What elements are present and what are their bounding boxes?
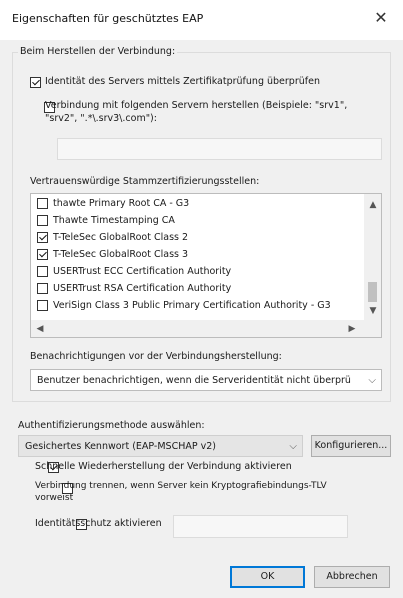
list-item[interactable]: T-TeleSec GlobalRoot Class 3: [37, 246, 188, 262]
list-item[interactable]: T-TeleSec GlobalRoot Class 2: [37, 229, 188, 245]
ca-name: USERTrust ECC Certification Authority: [53, 265, 232, 277]
disconnect-tlv-label: Verbindung trennen, wenn Server kein Kry…: [35, 481, 327, 491]
list-item[interactable]: USERTrust ECC Certification Authority: [37, 263, 231, 279]
cancel-button[interactable]: Abbrechen: [314, 566, 390, 588]
connect-group-label: Beim Herstellen der Verbindung:: [18, 46, 178, 57]
auth-method-label: Authentifizierungsmethode auswählen:: [18, 420, 205, 431]
verify-identity-label: Identität des Servers mittels Zertifikat…: [45, 76, 320, 87]
list-item[interactable]: thawte Primary Root CA - G3: [37, 195, 189, 211]
disconnect-tlv-label-line2: vorweist: [35, 493, 74, 503]
ok-button[interactable]: OK: [230, 566, 305, 588]
auth-method-value: Gesichertes Kennwort (EAP-MSCHAP v2): [25, 441, 216, 452]
notify-select-value: Benutzer benachrichtigen, wenn die Serve…: [37, 375, 351, 386]
connect-servers-label: Verbindung mit folgenden Servern herstel…: [45, 100, 348, 111]
scroll-left-icon[interactable]: ◀: [33, 322, 47, 336]
scroll-down-icon[interactable]: ▼: [366, 304, 380, 318]
list-item[interactable]: VeriSign Class 3 Public Primary Certific…: [37, 297, 331, 313]
trusted-ca-list[interactable]: thawte Primary Root CA - G3 Thawte Times…: [30, 193, 382, 338]
ca-name: T-TeleSec GlobalRoot Class 2: [53, 231, 189, 243]
ca-name: thawte Primary Root CA - G3: [53, 197, 190, 209]
ca-name: USERTrust RSA Certification Authority: [53, 282, 232, 294]
trusted-ca-label: Vertrauenswürdige Stammzertifizierungsst…: [30, 176, 260, 187]
auth-method-select[interactable]: Gesichertes Kennwort (EAP-MSCHAP v2) ⌵: [18, 435, 303, 457]
ca-name: VeriSign Class 3 Public Primary Certific…: [53, 299, 331, 311]
window-title: Eigenschaften für geschütztes EAP: [12, 12, 204, 25]
servers-input[interactable]: [57, 138, 382, 160]
vertical-scrollbar[interactable]: ▲ ▼: [364, 194, 381, 320]
notify-label: Benachrichtigungen vor der Verbindungshe…: [30, 351, 282, 362]
scroll-up-icon[interactable]: ▲: [366, 198, 380, 212]
ca-checkbox[interactable]: [37, 248, 48, 260]
list-item[interactable]: USERTrust RSA Certification Authority: [37, 280, 231, 296]
close-icon[interactable]: ✕: [371, 8, 391, 28]
fast-reconnect-label: Schnelle Wiederherstellung der Verbindun…: [35, 461, 292, 472]
scroll-right-icon[interactable]: ▶: [345, 322, 359, 336]
ca-checkbox[interactable]: [37, 299, 48, 311]
ca-checkbox[interactable]: [37, 197, 48, 209]
chevron-down-icon: ⌵: [365, 370, 376, 390]
ca-checkbox[interactable]: [37, 231, 48, 243]
connect-servers-label-line2: "srv2", ".*\.srv3\.com"):: [45, 113, 157, 124]
horizontal-scrollbar[interactable]: ◀ ▶: [31, 320, 381, 337]
notify-select[interactable]: Benutzer benachrichtigen, wenn die Serve…: [30, 369, 382, 391]
verify-identity-checkbox[interactable]: [30, 77, 41, 88]
ca-checkbox[interactable]: [37, 282, 48, 294]
scrollbar-thumb[interactable]: [368, 282, 377, 302]
configure-button[interactable]: Konfigurieren...: [311, 435, 391, 457]
ca-name: Thawte Timestamping CA: [53, 214, 175, 226]
identity-privacy-input[interactable]: [173, 515, 348, 538]
chevron-down-icon: ⌵: [289, 441, 297, 452]
identity-privacy-label: Identitätsschutz aktivieren: [35, 518, 162, 529]
ca-checkbox[interactable]: [37, 265, 48, 277]
ca-name: T-TeleSec GlobalRoot Class 3: [53, 248, 189, 260]
list-item[interactable]: Thawte Timestamping CA: [37, 212, 175, 228]
ca-checkbox[interactable]: [37, 214, 48, 226]
